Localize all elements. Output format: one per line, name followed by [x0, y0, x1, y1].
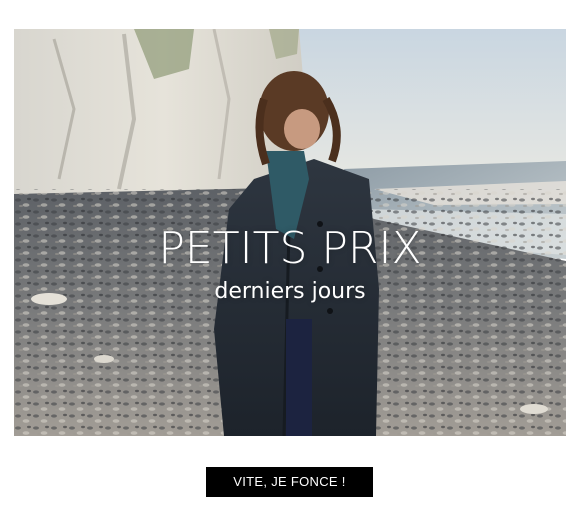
hero-subline: derniers jours: [214, 279, 366, 304]
hero-headline: PETITS PRIX: [158, 223, 422, 274]
hero-banner[interactable]: PETITS PRIX derniers jours: [14, 29, 566, 436]
cta-button[interactable]: VITE, JE FONCE !: [206, 467, 373, 497]
email-banner: PETITS PRIX derniers jours VITE, JE FONC…: [0, 0, 580, 522]
